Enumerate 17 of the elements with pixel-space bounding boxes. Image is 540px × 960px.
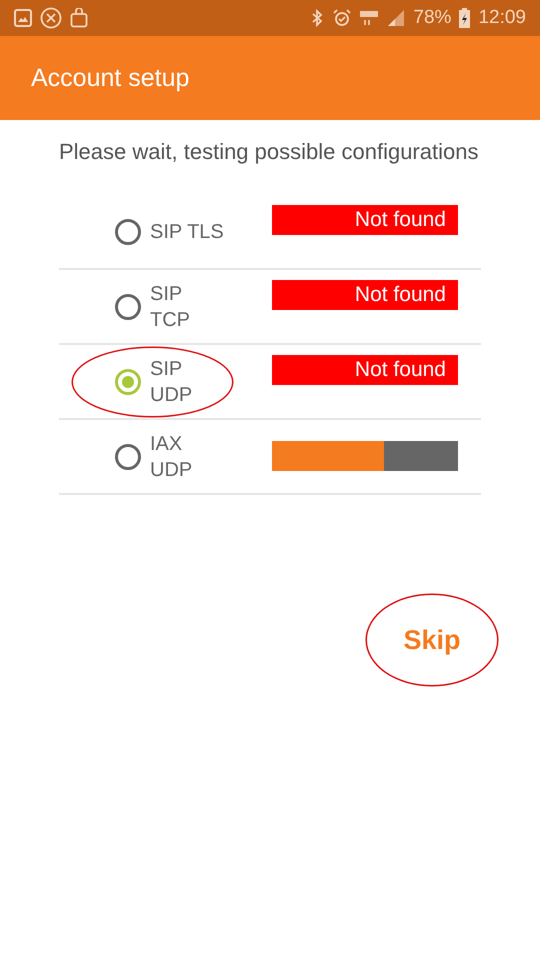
battery-charging-icon (459, 8, 470, 28)
status-message: Please wait, testing possible configurations (59, 138, 480, 166)
bag-icon (70, 8, 88, 28)
image-icon (14, 9, 32, 27)
app-bar-title: Account setup (31, 64, 190, 92)
protocol-option[interactable]: SIP TCP (115, 272, 270, 340)
close-circle-icon (40, 7, 62, 29)
signal-icon (387, 9, 406, 27)
result-bar: Not found (272, 280, 458, 310)
result-bar: Not found (272, 355, 458, 385)
alarm-icon (333, 9, 352, 27)
clock: 12:09 (478, 7, 526, 29)
battery-level: 78% (413, 7, 452, 29)
result-bar: Not found (272, 205, 458, 235)
protocol-option[interactable]: SIP UDP (73, 348, 232, 416)
protocol-option[interactable]: IAX UDP (115, 422, 270, 490)
protocol-option[interactable]: SIP TLS (115, 210, 270, 252)
